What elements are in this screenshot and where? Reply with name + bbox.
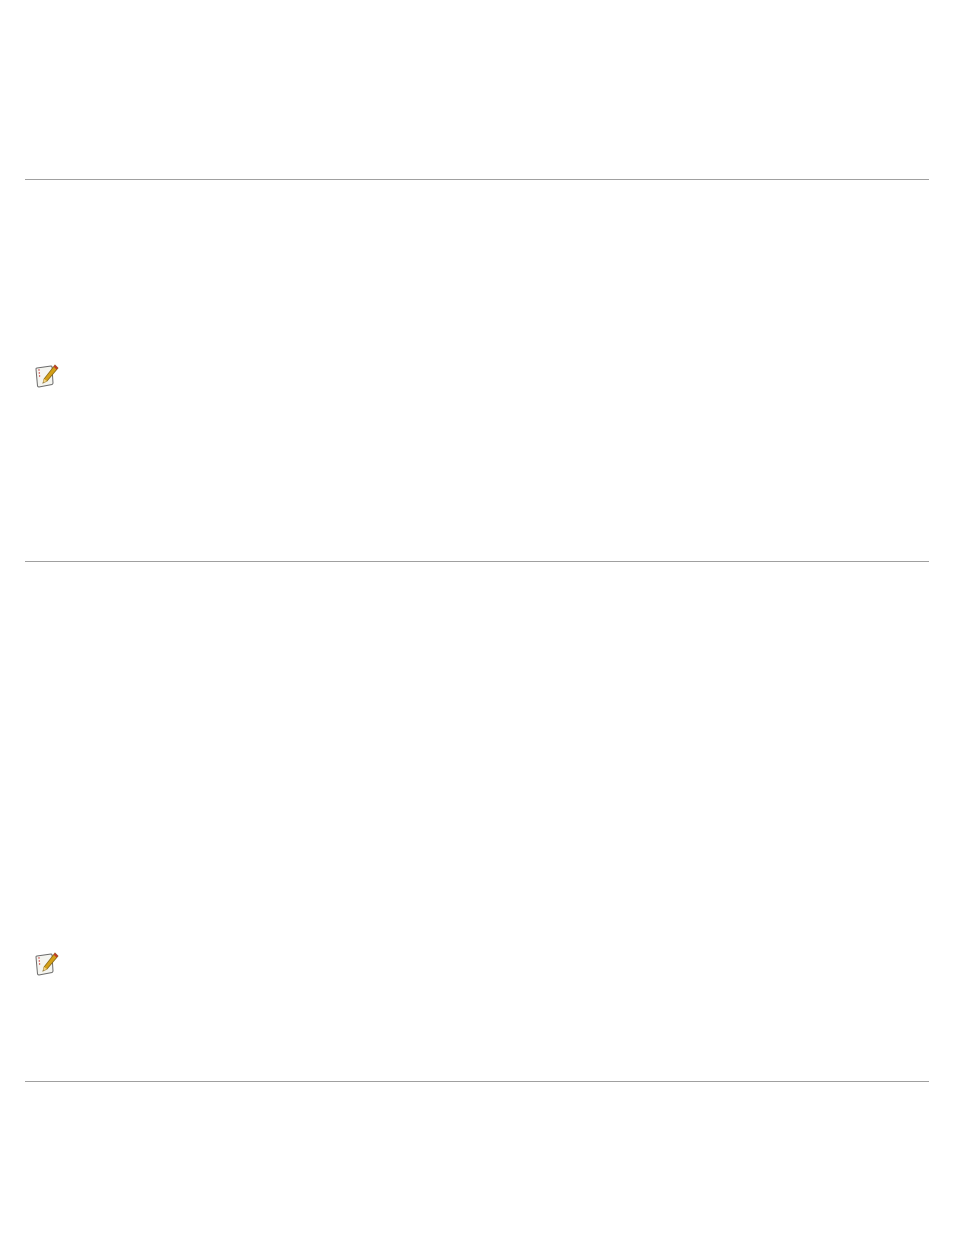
- section-gap: [25, 393, 929, 561]
- section-gap: [25, 562, 929, 951]
- blank-space-top: [25, 0, 929, 179]
- section-gap: [25, 981, 929, 1081]
- section-gap: [25, 180, 929, 363]
- notepad-pencil-icon[interactable]: [33, 951, 61, 979]
- icon-row-2: [25, 951, 929, 981]
- icon-row-1: [25, 363, 929, 393]
- divider-3: [25, 1081, 929, 1082]
- notepad-pencil-icon[interactable]: [33, 363, 61, 391]
